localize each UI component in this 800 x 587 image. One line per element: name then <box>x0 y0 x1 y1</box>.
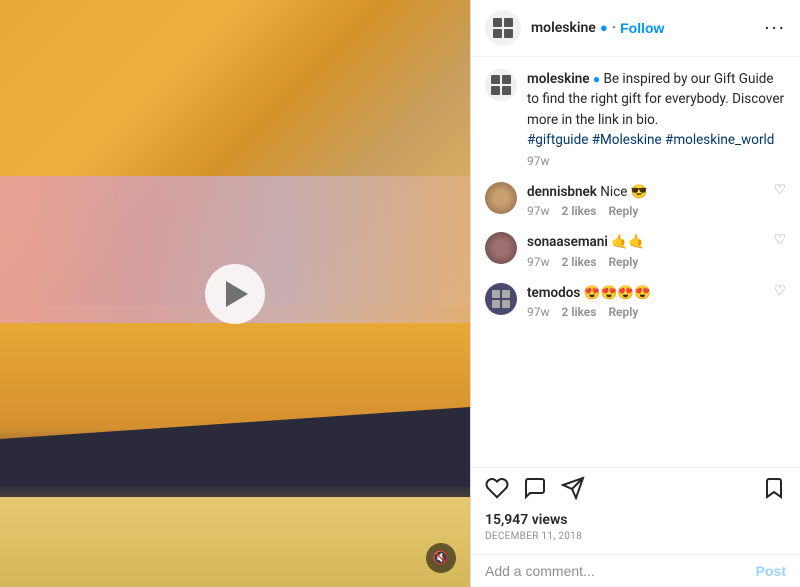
mute-icon: 🔇 <box>433 551 449 566</box>
comment-heart-2[interactable]: ♡ <box>773 232 786 248</box>
comment-username-2[interactable]: sonaasemani <box>527 234 608 250</box>
comment-meta-1: 97w 2 likes Reply <box>527 204 763 218</box>
play-button[interactable] <box>205 264 265 324</box>
comment-likes-1: 2 likes <box>562 204 597 218</box>
header-username-row: moleskine ● • Follow <box>531 20 756 36</box>
caption-text: moleskine ● Be inspired by our Gift Guid… <box>527 69 786 150</box>
comment-avatar-sona[interactable] <box>485 232 517 264</box>
comment-time-1: 97w <box>527 204 550 218</box>
header-username[interactable]: moleskine <box>531 20 596 36</box>
comment-content-2: sonaasemani 🤙🤙 97w 2 likes Reply <box>527 232 763 268</box>
comment-meta-3: 97w 2 likes Reply <box>527 305 763 319</box>
comment-text-2: sonaasemani 🤙🤙 <box>527 232 763 252</box>
share-button[interactable] <box>561 476 585 506</box>
views-count: 15,947 views <box>485 512 786 528</box>
comment-time-2: 97w <box>527 255 550 269</box>
comment-avatar-dennis[interactable] <box>485 182 517 214</box>
avatar[interactable] <box>485 10 521 46</box>
caption-time: 97w <box>527 154 786 168</box>
video-bottom-tan <box>0 497 470 587</box>
moleskine-small-logo-icon <box>491 75 511 95</box>
action-bar: 15,947 views December 11, 2018 <box>471 467 800 554</box>
follow-button[interactable]: Follow <box>620 20 664 36</box>
comment-text-1: dennisbnek Nice 😎 <box>527 182 763 202</box>
post-header: moleskine ● • Follow ··· <box>471 0 800 57</box>
comment-time-3: 97w <box>527 305 550 319</box>
bookmark-button[interactable] <box>762 476 786 506</box>
comment-heart-3[interactable]: ♡ <box>773 283 786 299</box>
mute-button[interactable]: 🔇 <box>426 543 456 573</box>
moleskine-logo-icon <box>493 18 513 38</box>
comment-reply-2[interactable]: Reply <box>608 255 638 269</box>
header-dot: • <box>612 21 616 36</box>
comment-row: dennisbnek Nice 😎 97w 2 likes Reply ♡ <box>485 182 786 218</box>
comment-body-3: 😍😍😍😍 <box>584 285 651 301</box>
comment-row: sonaasemani 🤙🤙 97w 2 likes Reply ♡ <box>485 232 786 268</box>
verified-badge-icon: ● <box>600 20 608 36</box>
comment-button[interactable] <box>523 476 547 506</box>
comment-username-1[interactable]: dennisbnek <box>527 184 597 200</box>
action-icons <box>485 476 786 506</box>
comment-meta-2: 97w 2 likes Reply <box>527 255 763 269</box>
comment-heart-1[interactable]: ♡ <box>773 182 786 198</box>
play-triangle-icon <box>226 281 248 307</box>
video-panel: 🔇 <box>0 0 470 587</box>
comment-username-3[interactable]: temodos <box>527 285 580 301</box>
content-panel: moleskine ● • Follow ··· moleskine <box>470 0 800 587</box>
comment-body-1: Nice 😎 <box>600 184 647 200</box>
header-info: moleskine ● • Follow <box>531 20 756 36</box>
post-date: December 11, 2018 <box>485 531 786 542</box>
comment-text-3: temodos 😍😍😍😍 <box>527 283 763 303</box>
comment-row: temodos 😍😍😍😍 97w 2 likes Reply ♡ <box>485 283 786 319</box>
caption-hashtags[interactable]: #giftguide #Moleskine #moleskine_world <box>527 132 774 148</box>
comment-content-1: dennisbnek Nice 😎 97w 2 likes Reply <box>527 182 763 218</box>
like-button[interactable] <box>485 476 509 506</box>
more-options-button[interactable]: ··· <box>764 16 786 40</box>
comment-body-2: 🤙🤙 <box>611 234 645 250</box>
comment-reply-3[interactable]: Reply <box>608 305 638 319</box>
post-comment-button[interactable]: Post <box>756 563 786 579</box>
comment-reply-1[interactable]: Reply <box>608 204 638 218</box>
caption-avatar[interactable] <box>485 69 517 101</box>
comments-area: moleskine ● Be inspired by our Gift Guid… <box>471 57 800 467</box>
post-caption: moleskine ● Be inspired by our Gift Guid… <box>485 69 786 168</box>
comment-likes-3: 2 likes <box>562 305 597 319</box>
comment-likes-2: 2 likes <box>562 255 597 269</box>
comment-content-3: temodos 😍😍😍😍 97w 2 likes Reply <box>527 283 763 319</box>
caption-body: moleskine ● Be inspired by our Gift Guid… <box>527 69 786 168</box>
comment-avatar-temodos[interactable] <box>485 283 517 315</box>
add-comment-input[interactable] <box>485 563 756 579</box>
verified-badge-small-icon: ● <box>593 72 600 86</box>
add-comment-row: Post <box>471 554 800 587</box>
caption-username[interactable]: moleskine <box>527 71 590 87</box>
